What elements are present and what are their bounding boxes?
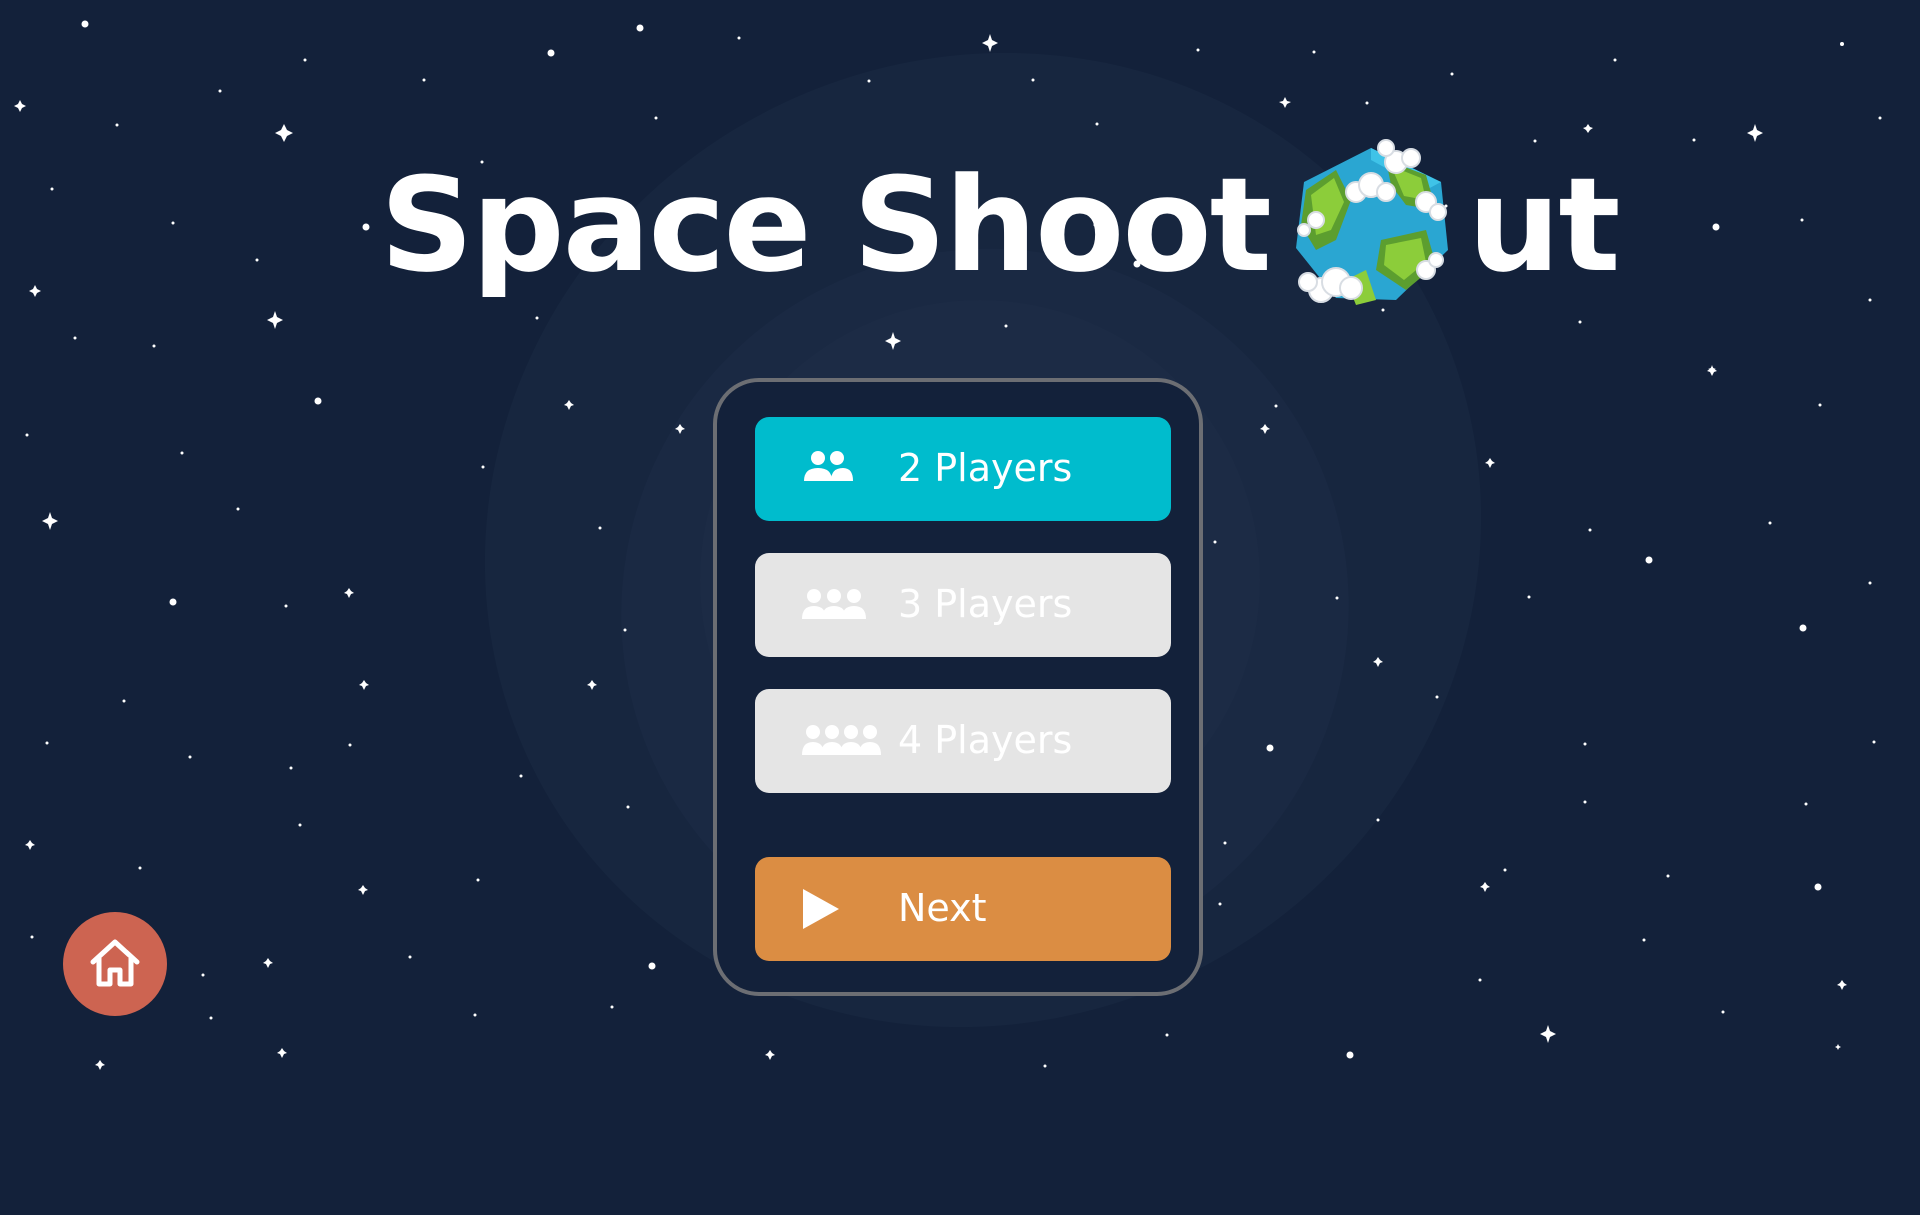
play-icon bbox=[803, 889, 839, 929]
two-players-icon bbox=[804, 451, 853, 481]
three-players-icon bbox=[802, 589, 866, 619]
two-players-button[interactable]: 2 Players bbox=[755, 417, 1171, 521]
two-players-label: 2 Players bbox=[898, 446, 1073, 491]
game-title: Space Shoot ut bbox=[380, 139, 1621, 305]
next-label: Next bbox=[898, 886, 987, 931]
next-button[interactable]: Next bbox=[755, 857, 1171, 961]
four-players-label: 4 Players bbox=[898, 718, 1073, 763]
earth-globe-icon bbox=[1295, 139, 1448, 305]
title-text-part1: Space Shoot bbox=[380, 149, 1272, 301]
three-players-button[interactable]: 3 Players bbox=[755, 553, 1171, 657]
four-players-button[interactable]: 4 Players bbox=[755, 689, 1171, 793]
player-select-panel: 2 Players 3 Players 4 Players Next bbox=[713, 378, 1203, 996]
home-button[interactable] bbox=[63, 912, 167, 1016]
four-players-icon bbox=[802, 725, 881, 755]
three-players-label: 3 Players bbox=[898, 582, 1073, 627]
title-text-part2: ut bbox=[1467, 149, 1621, 301]
home-icon bbox=[90, 939, 140, 987]
